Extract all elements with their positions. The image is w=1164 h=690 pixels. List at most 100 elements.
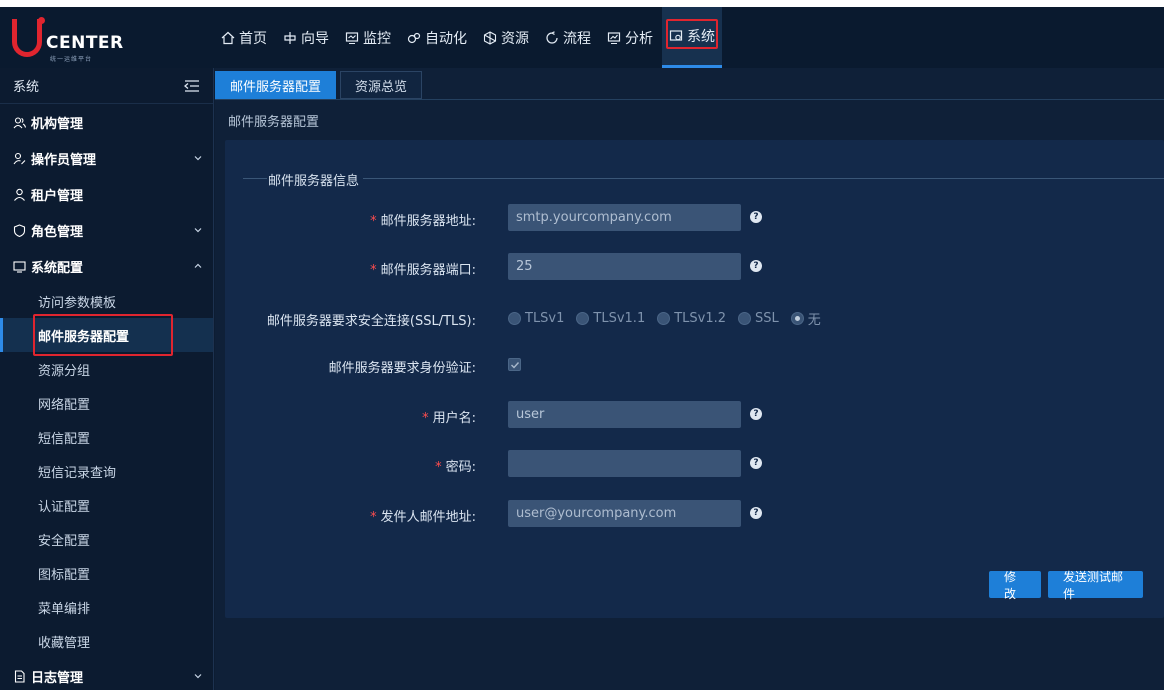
sidebar-item-security[interactable]: 安全配置 xyxy=(0,522,213,556)
sidebar-item-favorites[interactable]: 收藏管理 xyxy=(0,624,213,658)
radio-label: 无 xyxy=(807,313,821,328)
nav-automation[interactable]: 自动化 xyxy=(400,7,474,68)
logo-dot xyxy=(38,17,45,24)
sidebar-group-log[interactable]: 日志管理 xyxy=(0,658,213,690)
nav-automation-label: 自动化 xyxy=(425,30,467,47)
radio-circle[interactable] xyxy=(576,312,590,325)
nav-flow-label: 流程 xyxy=(563,30,591,47)
sidebar-group-sysconfig-label: 系统配置 xyxy=(31,260,84,276)
nav-system[interactable]: 系统 xyxy=(662,7,722,68)
main-content: 邮件服务器配置 资源总览 邮件服务器配置 邮件服务器信息 *邮件服务器地址: ?… xyxy=(215,68,1164,690)
port-input[interactable] xyxy=(508,253,741,280)
host-label-text: 邮件服务器地址: xyxy=(380,214,476,229)
nav-guide-label: 向导 xyxy=(301,30,329,47)
sidebar-item-label: 收藏管理 xyxy=(38,635,91,651)
radio-label: TLSv1.1 xyxy=(593,311,646,326)
radio-tlsv1-1[interactable]: TLSv1.1 xyxy=(576,309,645,328)
pwd-label: * 密码: xyxy=(435,456,476,475)
tab-divider xyxy=(215,99,1164,100)
form-panel: 邮件服务器信息 *邮件服务器地址: ? *邮件服务器端口: ? 邮件服务器要求安… xyxy=(225,140,1164,618)
help-icon[interactable]: ? xyxy=(750,211,762,223)
browser-top-strip xyxy=(0,0,1164,7)
radio-ssl[interactable]: SSL xyxy=(738,309,779,328)
required-mark: * xyxy=(370,263,377,278)
tab-mail-server[interactable]: 邮件服务器配置 xyxy=(215,71,337,99)
sidebar-group-tenant[interactable]: 租户管理 xyxy=(0,176,213,212)
sender-label: * 发件人邮件地址: xyxy=(370,506,476,525)
auth-checkbox[interactable] xyxy=(508,358,521,371)
sender-input[interactable] xyxy=(508,500,741,527)
sidebar-group-org-label: 机构管理 xyxy=(31,116,84,132)
tab-resource-overview[interactable]: 资源总览 xyxy=(340,71,423,99)
nav-flow[interactable]: 流程 xyxy=(538,7,598,68)
top-nav: 首页 向导 监控 自动化 资源 流程 分析 系统 xyxy=(214,7,724,68)
automation-icon xyxy=(407,31,421,45)
radio-circle-selected[interactable] xyxy=(790,312,804,325)
host-input[interactable] xyxy=(508,204,741,231)
modify-button[interactable]: 修改 xyxy=(989,570,1041,601)
nav-analysis[interactable]: 分析 xyxy=(600,7,660,68)
sidebar-item-menu-arrange[interactable]: 菜单编排 xyxy=(0,590,213,624)
user-edit-icon xyxy=(13,152,26,165)
chevron-down-icon xyxy=(193,152,203,162)
collapse-menu-icon[interactable] xyxy=(183,79,200,93)
sidebar-item-network[interactable]: 网络配置 xyxy=(0,386,213,420)
nav-resource[interactable]: 资源 xyxy=(476,7,536,68)
help-icon[interactable]: ? xyxy=(750,457,762,469)
sidebar-group-role-label: 角色管理 xyxy=(31,224,84,240)
sidebar-item-label: 图标配置 xyxy=(38,567,91,583)
sidebar-item-icon-config[interactable]: 图标配置 xyxy=(0,556,213,590)
legend-rule-right xyxy=(363,178,1164,179)
radio-circle[interactable] xyxy=(508,312,521,325)
sidebar-item-sms-log[interactable]: 短信记录查询 xyxy=(0,454,213,488)
port-label-text: 邮件服务器端口: xyxy=(380,263,476,278)
guide-icon xyxy=(283,31,297,45)
help-icon[interactable]: ? xyxy=(750,408,762,420)
nav-monitor[interactable]: 监控 xyxy=(338,7,398,68)
sidebar-item-sms[interactable]: 短信配置 xyxy=(0,420,213,454)
password-input[interactable] xyxy=(508,450,741,477)
top-header: CENTER 统一运维平台 首页 向导 监控 自动化 资源 流程 分析 系统 xyxy=(0,7,1164,68)
radio-tlsv1-2[interactable]: TLSv1.2 xyxy=(657,309,726,328)
chevron-up-icon xyxy=(193,260,203,270)
app-logo[interactable]: CENTER 统一运维平台 xyxy=(10,15,130,63)
home-icon xyxy=(221,31,235,45)
sidebar-group-org[interactable]: 机构管理 xyxy=(0,104,213,140)
radio-circle[interactable] xyxy=(657,312,671,325)
sidebar-item-label: 安全配置 xyxy=(38,533,91,549)
nav-home[interactable]: 首页 xyxy=(214,7,274,68)
radio-label: TLSv1.2 xyxy=(674,311,727,326)
help-icon[interactable]: ? xyxy=(750,507,762,519)
ssl-label: 邮件服务器要求安全连接(SSL/TLS): xyxy=(266,314,476,329)
sidebar-item-mail-server[interactable]: 邮件服务器配置 xyxy=(0,314,213,356)
sidebar-group-operator[interactable]: 操作员管理 xyxy=(0,140,213,176)
sidebar-item-label: 认证配置 xyxy=(38,499,91,515)
sidebar-title: 系统 xyxy=(13,80,40,95)
send-test-mail-button[interactable]: 发送测试邮件 xyxy=(1048,570,1143,601)
sidebar-group-log-label: 日志管理 xyxy=(31,670,84,686)
radio-circle[interactable] xyxy=(738,312,752,325)
radio-tlsv1[interactable]: TLSv1 xyxy=(508,309,564,328)
radio-label: TLSv1 xyxy=(525,311,565,326)
nav-guide[interactable]: 向导 xyxy=(276,7,336,68)
required-mark: * xyxy=(370,510,377,525)
sidebar-group-role[interactable]: 角色管理 xyxy=(0,212,213,248)
row-ssl: 邮件服务器要求安全连接(SSL/TLS): TLSv1 TLSv1.1 TLSv… xyxy=(225,304,1164,332)
radio-none[interactable]: 无 xyxy=(790,309,821,328)
help-icon[interactable]: ? xyxy=(750,260,762,272)
sidebar-item-auth[interactable]: 认证配置 xyxy=(0,488,213,522)
sidebar-item-label: 资源分组 xyxy=(38,363,91,379)
sidebar-item-resource-group[interactable]: 资源分组 xyxy=(0,352,213,386)
username-input[interactable] xyxy=(508,401,741,428)
sidebar-item-access-template[interactable]: 访问参数模板 xyxy=(0,284,213,318)
sidebar-group-operator-label: 操作员管理 xyxy=(31,152,97,168)
legend-rule-left xyxy=(243,178,267,179)
nav-analysis-label: 分析 xyxy=(625,30,653,47)
sidebar-group-sysconfig[interactable]: 系统配置 xyxy=(0,248,213,284)
user-label: * 用户名: xyxy=(422,407,476,426)
check-icon xyxy=(510,361,519,369)
sidebar-item-label: 菜单编排 xyxy=(38,601,91,617)
row-password: * 密码: ? xyxy=(225,450,1164,478)
monitor-icon xyxy=(345,31,359,45)
user-label-text: 用户名: xyxy=(432,411,476,426)
